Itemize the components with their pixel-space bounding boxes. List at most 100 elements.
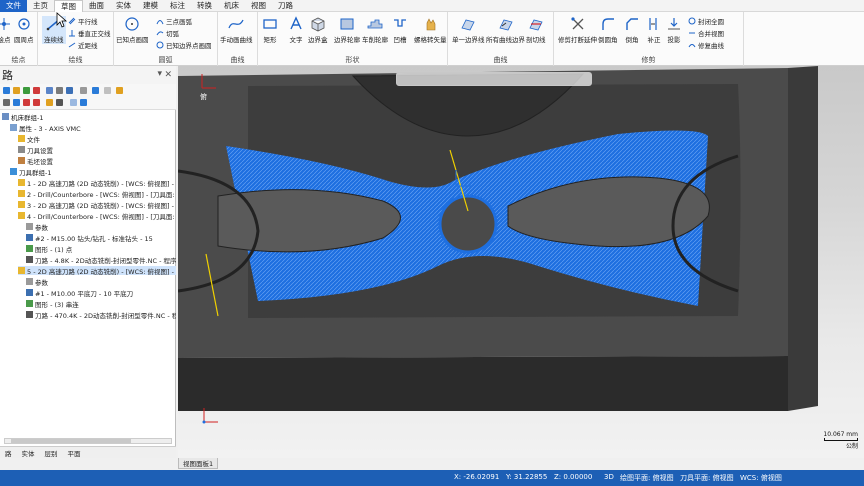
rectangle-button[interactable]: 矩形 <box>262 16 278 44</box>
tab-model[interactable]: 建模 <box>137 0 164 12</box>
project-button[interactable]: 投影 <box>666 16 682 44</box>
viewport-quick-toolbar[interactable] <box>396 72 592 86</box>
toggle-display-icon[interactable] <box>3 99 10 106</box>
join-view-button[interactable]: 合并视图 <box>688 28 724 38</box>
offset-button[interactable]: 补正 <box>646 16 662 44</box>
tree-item[interactable]: 5 - 2D 高速刀路 (2D 动态铣削) - [WCS: 俯视图] - [ <box>18 266 176 276</box>
circle-center-label: 圆周点 <box>14 36 34 44</box>
cut-line-button[interactable]: 剖切线 <box>526 16 546 44</box>
close-icon[interactable]: ✕ <box>164 70 172 80</box>
insert-arrow-icon[interactable] <box>46 99 53 106</box>
single-display-icon[interactable] <box>70 99 77 106</box>
tab-toolpaths[interactable]: 刀路 <box>272 0 299 12</box>
groove-button[interactable]: 凹槽 <box>392 16 408 44</box>
bounding-box-icon <box>311 17 325 32</box>
tree-item[interactable]: 刀具群组-1 <box>10 167 51 177</box>
tree-item-label: 参数 <box>35 223 48 232</box>
tree-item[interactable]: 刀路 - 4.8K - 2D动态铣削-封闭型零件.NC - 程序 <box>26 255 176 265</box>
tangent-arc-button[interactable]: 切弧 <box>156 28 179 38</box>
move-up-icon[interactable] <box>33 99 40 106</box>
help-icon[interactable] <box>80 99 87 106</box>
tree-item[interactable]: 文件 <box>18 134 40 144</box>
backplot-icon[interactable] <box>46 87 53 94</box>
regenerate-icon[interactable] <box>23 87 30 94</box>
tree-item[interactable]: 刀路 - 470.4K - 2D动态铣削-封闭型零件.NC - 程 <box>26 310 176 320</box>
circle-center-button[interactable]: 圆周点 <box>14 16 34 44</box>
drawing-plane[interactable]: 绘图平面: 俯视图 <box>620 473 674 483</box>
select-all-icon[interactable] <box>3 87 10 94</box>
all-boundary-button[interactable]: 所有曲线边界 <box>486 16 525 44</box>
mode-3d[interactable]: 3D <box>604 473 614 481</box>
repair-curve-button[interactable]: 修复曲线 <box>688 40 724 50</box>
tab-view[interactable]: 视图 <box>245 0 272 12</box>
three-point-arc-button[interactable]: 三点画弧 <box>156 16 192 26</box>
scroll-to-icon[interactable] <box>56 99 63 106</box>
simulate-icon[interactable] <box>66 87 73 94</box>
high-feed-icon[interactable] <box>92 87 99 94</box>
tab-surface[interactable]: 曲面 <box>83 0 110 12</box>
tree-item[interactable]: 参数 <box>26 222 48 232</box>
pin-icon[interactable]: ▾ <box>157 69 162 79</box>
tree-item[interactable]: 毛坯设置 <box>18 156 53 166</box>
post-icon[interactable] <box>80 87 87 94</box>
tree-item[interactable]: 图形 - (1) 点 <box>26 244 72 254</box>
z-coordinate[interactable]: Z: 0.00000 <box>554 473 592 481</box>
regenerate-dirty-icon[interactable] <box>33 87 40 94</box>
tab-transform[interactable]: 转换 <box>191 0 218 12</box>
tab-machine[interactable]: 机床 <box>218 0 245 12</box>
tree-item[interactable]: 属性 - 3 - AXIS VMC <box>10 123 81 133</box>
verify-icon[interactable] <box>56 87 63 94</box>
close-all-button[interactable]: 封闭全圆 <box>688 16 724 26</box>
file-menu[interactable]: 文件 <box>0 0 27 12</box>
delete-icon[interactable] <box>104 87 111 94</box>
parallel-line-button[interactable]: 平行线 <box>68 16 98 26</box>
rotate-vector-button[interactable]: 螺格转矢量 <box>414 16 447 44</box>
select-failed-icon[interactable] <box>13 87 20 94</box>
tree-item[interactable]: #2 - M15.00 钻头/钻孔 - 标准钻头 - 15 <box>26 233 153 243</box>
toggle-posting-icon[interactable] <box>13 99 20 106</box>
tab-annotate[interactable]: 标注 <box>164 0 191 12</box>
wcs-plane[interactable]: WCS: 俯视图 <box>740 473 782 483</box>
mouse-cursor-icon <box>56 12 68 28</box>
tab-home[interactable]: 主页 <box>27 0 54 12</box>
manual-curve-button[interactable]: 手动画曲线 <box>220 16 253 44</box>
near-line-button[interactable]: 近距线 <box>68 40 98 50</box>
trim-break-extend-button[interactable]: 修剪打断延伸 <box>558 16 597 44</box>
tree-item[interactable]: 机床群组-1 <box>2 112 43 122</box>
tab-levels-manager[interactable]: 层别 <box>40 448 63 458</box>
tree-item[interactable]: 2 - Drill/Counterbore - [WCS: 俯视图] - [刀具… <box>18 189 176 199</box>
circle-edge-button[interactable]: 已知点画圆 <box>116 16 149 44</box>
tree-item[interactable]: 图形 - (3) 串连 <box>26 299 79 309</box>
draw-point-button[interactable]: 绘点 <box>0 16 12 44</box>
viewport-tab[interactable]: 视图面板1 <box>178 458 219 469</box>
tree-item[interactable]: 参数 <box>26 277 48 287</box>
tree-item[interactable]: 4 - Drill/Counterbore - [WCS: 俯视图] - [刀具… <box>18 211 176 221</box>
tree-item[interactable]: 刀具设置 <box>18 145 53 155</box>
tree-item[interactable]: 1 - 2D 高速刀路 (2D 动态铣削) - [WCS: 俯视图] - [ <box>18 178 176 188</box>
tab-solids-manager[interactable]: 实体 <box>17 448 40 458</box>
tree-item[interactable]: #1 - M10.00 平底刀 - 10 平底刀 <box>26 288 133 298</box>
lathe-profile-button[interactable]: 车削轮廓 <box>362 16 388 44</box>
known-edge-circle-button[interactable]: 已知边界点画圆 <box>156 40 212 50</box>
horizontal-scrollbar[interactable] <box>4 438 172 444</box>
boundary-profile-button[interactable]: 边界轮廓 <box>334 16 360 44</box>
text-button[interactable]: 文字 <box>288 16 304 44</box>
tree-item[interactable]: 3 - 2D 高速刀路 (2D 动态铣削) - [WCS: 俯视图] - [ <box>18 200 176 210</box>
tab-planes-manager[interactable]: 平面 <box>63 448 86 458</box>
graphics-viewport[interactable]: 俯 10.067 mm 公制 <box>178 66 864 458</box>
bounding-box-button[interactable]: 边界盒 <box>308 16 328 44</box>
tool-plane[interactable]: 刀具平面: 俯视图 <box>680 473 734 483</box>
chamfer-button[interactable]: 倒角 <box>624 16 640 44</box>
tab-solid[interactable]: 实体 <box>110 0 137 12</box>
fillet-button[interactable]: 倒圆角 <box>598 16 618 44</box>
part-graphics[interactable]: 俯 <box>178 66 864 458</box>
perpendicular-line-button[interactable]: 垂直正交线 <box>68 28 111 38</box>
tab-sketch[interactable]: 草图 <box>54 0 83 12</box>
project-label: 投影 <box>667 36 681 44</box>
single-boundary-button[interactable]: 单一边界线 <box>452 16 485 44</box>
lock-icon[interactable] <box>116 87 123 94</box>
circle-icon <box>125 17 139 31</box>
scrollbar-thumb[interactable] <box>11 439 131 443</box>
tab-toolpaths-manager[interactable]: 路 <box>0 448 17 458</box>
move-down-icon[interactable] <box>23 99 30 106</box>
